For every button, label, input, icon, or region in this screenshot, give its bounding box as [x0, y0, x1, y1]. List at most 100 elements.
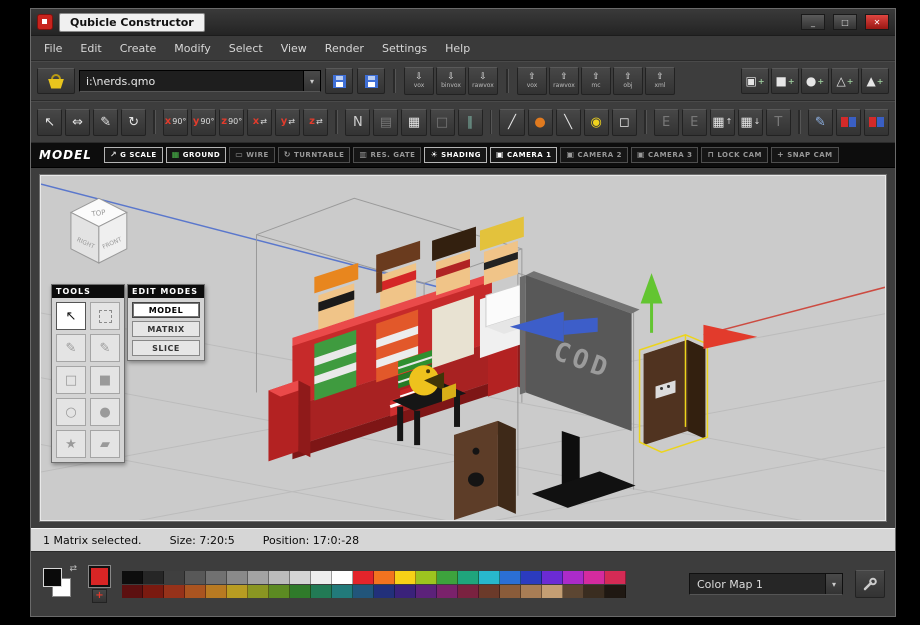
- tools-palette-header[interactable]: TOOLS: [52, 285, 124, 298]
- palette-swatch[interactable]: [458, 570, 479, 584]
- speaker-left[interactable]: [454, 420, 516, 520]
- viewport[interactable]: COD TOP RIGHT FRONT TOOLS ↖ ✎ ✎ □ ■ ○ ● …: [40, 175, 886, 521]
- pumpkin-button[interactable]: ●: [527, 108, 553, 136]
- import-vox-button[interactable]: ⇩ vox: [404, 67, 434, 95]
- palette-swatch[interactable]: [227, 584, 248, 598]
- palette-swatch[interactable]: [143, 584, 164, 598]
- gradient-pen-button[interactable]: ✎: [807, 108, 833, 136]
- add-color-button[interactable]: +: [92, 588, 107, 603]
- marquee-tool[interactable]: [90, 302, 120, 330]
- menu-create[interactable]: Create: [111, 39, 166, 58]
- bucket-outline-tool[interactable]: ○: [56, 398, 86, 426]
- palette-swatch[interactable]: [395, 570, 416, 584]
- gscale-toggle[interactable]: ↗ G SCALE: [103, 147, 163, 163]
- colormap-arrow-button[interactable]: ▾: [825, 574, 842, 594]
- palette-swatch[interactable]: [605, 570, 626, 584]
- duplicate-button[interactable]: ▦: [401, 108, 427, 136]
- add-box-button[interactable]: ■ +: [771, 68, 799, 94]
- palette-swatch[interactable]: [584, 570, 605, 584]
- draw-tool[interactable]: ✎: [93, 108, 119, 136]
- paste-button[interactable]: □: [429, 108, 455, 136]
- rotate-y-90-button[interactable]: y 90°: [191, 108, 217, 136]
- palette-swatch[interactable]: [332, 570, 353, 584]
- palette-swatch[interactable]: [206, 584, 227, 598]
- palette-swatch[interactable]: [395, 584, 416, 598]
- rect-fill-tool[interactable]: ■: [90, 366, 120, 394]
- shading-toggle[interactable]: ☀ SHADING: [424, 147, 487, 163]
- palette-swatch[interactable]: [143, 570, 164, 584]
- close-button[interactable]: ✕: [865, 14, 889, 30]
- camera-3-button[interactable]: ▣ CAMERA 3: [630, 147, 699, 163]
- palette-swatch[interactable]: [353, 570, 374, 584]
- export-rawvox-button[interactable]: ⇧ rawvox: [549, 67, 579, 95]
- palette-bucket-button[interactable]: [37, 68, 75, 94]
- grid-raise-button[interactable]: ▦ ↑: [709, 108, 735, 136]
- rotate-z-90-button[interactable]: z 90°: [219, 108, 245, 136]
- combo-arrow-button[interactable]: ▾: [303, 71, 320, 91]
- palette-swatch[interactable]: [164, 570, 185, 584]
- import-rawvox-button[interactable]: ⇩ rawvox: [468, 67, 498, 95]
- palette-swatch[interactable]: [416, 570, 437, 584]
- swap-color-button[interactable]: [835, 108, 861, 136]
- palette-swatch[interactable]: [290, 570, 311, 584]
- palette-swatch[interactable]: [248, 570, 269, 584]
- camera-2-button[interactable]: ▣ CAMERA 2: [560, 147, 628, 163]
- palette-swatch[interactable]: [227, 570, 248, 584]
- palette-swatch[interactable]: [311, 570, 332, 584]
- palette-swatch[interactable]: [122, 584, 143, 598]
- select-tool[interactable]: ↖: [56, 302, 86, 330]
- pause-button[interactable]: ∥: [457, 108, 483, 136]
- lock-cam-toggle[interactable]: ⊓ LOCK CAM: [701, 147, 768, 163]
- menu-modify[interactable]: Modify: [165, 39, 219, 58]
- minimize-button[interactable]: _: [801, 14, 825, 30]
- palette-swatch[interactable]: [185, 570, 206, 584]
- lamp-button[interactable]: ◉: [583, 108, 609, 136]
- palette-swatch[interactable]: [185, 584, 206, 598]
- palette-swatch[interactable]: [164, 584, 185, 598]
- palette-swatch[interactable]: [521, 570, 542, 584]
- palette-swatch[interactable]: [269, 570, 290, 584]
- grid-lower-button[interactable]: ▦ ↓: [737, 108, 763, 136]
- maximize-button[interactable]: □: [833, 14, 857, 30]
- palette-swatch[interactable]: [542, 584, 563, 598]
- text-tool[interactable]: T: [765, 108, 791, 136]
- speaker-right-selected[interactable]: [638, 334, 709, 454]
- eyedropper-tool[interactable]: ╲: [555, 108, 581, 136]
- edit-mode-model[interactable]: MODEL: [132, 302, 200, 318]
- transform-tool[interactable]: ↖: [37, 108, 63, 136]
- add-sphere-button[interactable]: ● +: [801, 68, 829, 94]
- palette-swatch[interactable]: [437, 584, 458, 598]
- palette-swatch[interactable]: [542, 570, 563, 584]
- edit-mode-slice[interactable]: SLICE: [132, 340, 200, 356]
- cube-button[interactable]: ◻: [611, 108, 637, 136]
- save-as-button[interactable]: [357, 68, 385, 94]
- orientation-cube[interactable]: TOP RIGHT FRONT: [69, 197, 128, 264]
- palette-swatch[interactable]: [248, 584, 269, 598]
- replace-color-button[interactable]: [863, 108, 889, 136]
- extrude-button[interactable]: E: [653, 108, 679, 136]
- bucket-fill-tool[interactable]: ●: [90, 398, 120, 426]
- export-xml-button[interactable]: ⇧ xml: [645, 67, 675, 95]
- save-button[interactable]: [325, 68, 353, 94]
- palette-swatch[interactable]: [416, 584, 437, 598]
- export-mc-button[interactable]: ⇧ mc: [581, 67, 611, 95]
- palette-swatch[interactable]: [353, 584, 374, 598]
- tv-stand[interactable]: [531, 430, 636, 508]
- line-tool[interactable]: ╱: [499, 108, 525, 136]
- menu-file[interactable]: File: [35, 39, 71, 58]
- palette-swatch[interactable]: [437, 570, 458, 584]
- monitor[interactable]: COD: [519, 271, 640, 431]
- palette-swatch[interactable]: [563, 570, 584, 584]
- turntable-toggle[interactable]: ↻ TURNTABLE: [277, 147, 351, 163]
- export-obj-button[interactable]: ⇧ obj: [613, 67, 643, 95]
- pencil-tool[interactable]: ✎: [56, 334, 86, 362]
- mirror-x-button[interactable]: x ⇄: [247, 108, 273, 136]
- menu-render[interactable]: Render: [316, 39, 373, 58]
- add-cone-button[interactable]: ▲ +: [861, 68, 889, 94]
- eraser-tool[interactable]: ▰: [90, 430, 120, 458]
- palette-swatch[interactable]: [500, 584, 521, 598]
- menu-settings[interactable]: Settings: [373, 39, 436, 58]
- resgate-toggle[interactable]: ▥ RES. GATE: [353, 147, 422, 163]
- rotate-tool[interactable]: ↻: [121, 108, 147, 136]
- pen-tool[interactable]: ✎: [90, 334, 120, 362]
